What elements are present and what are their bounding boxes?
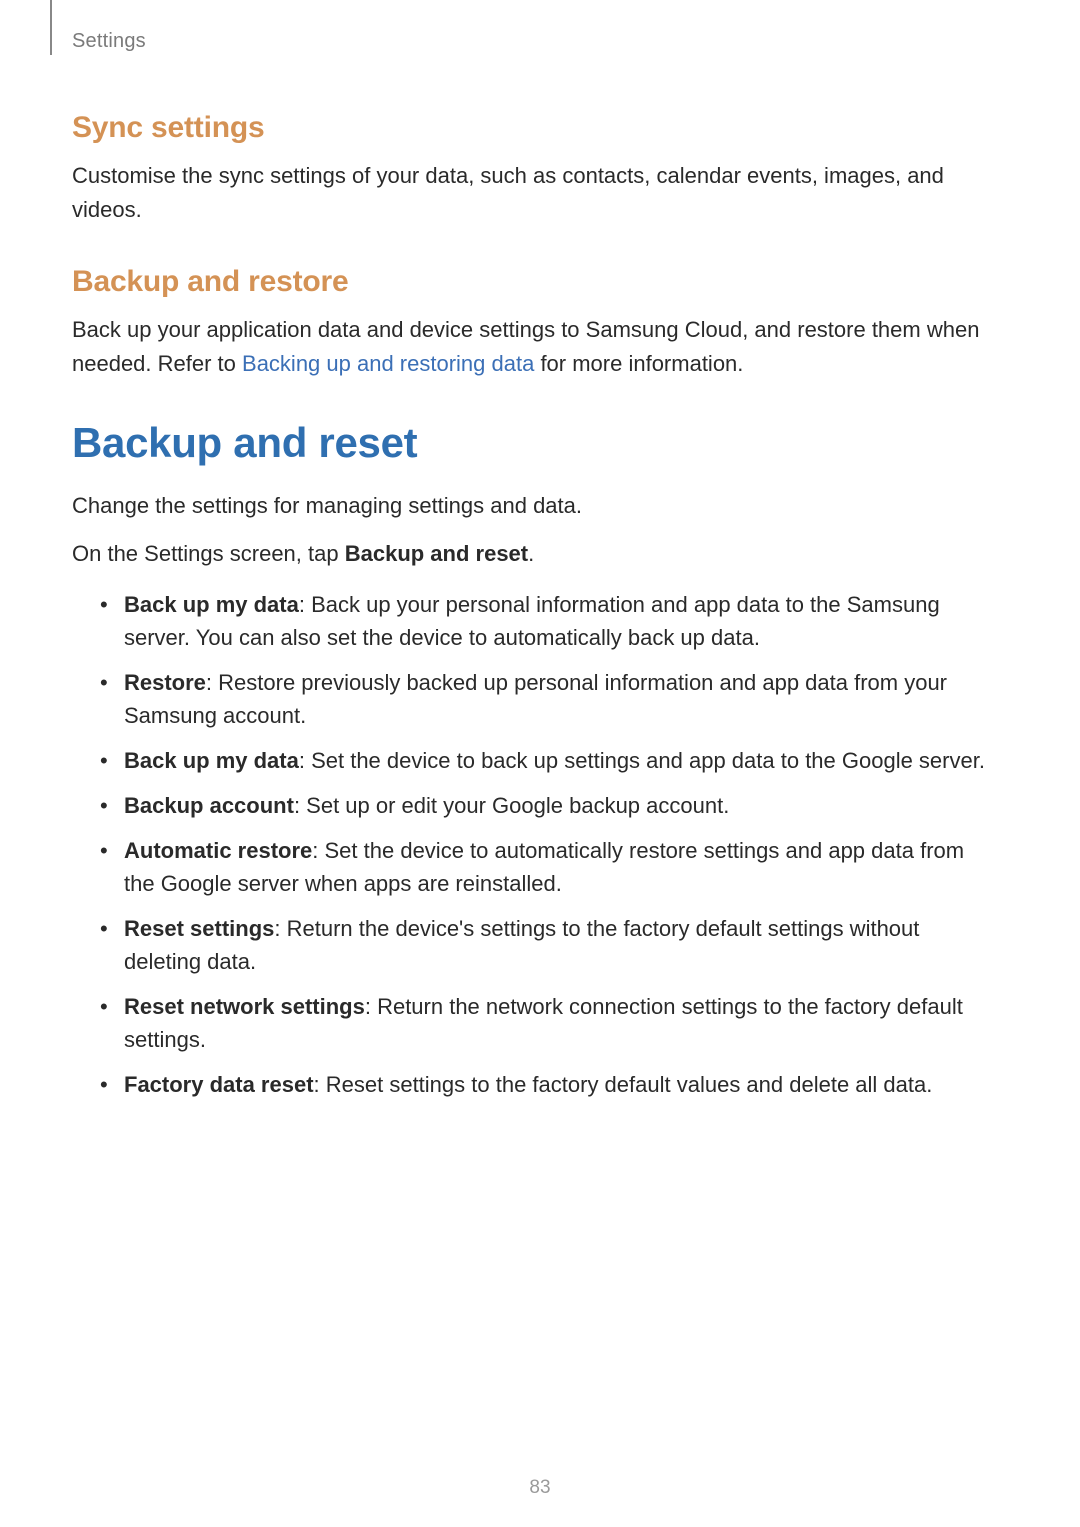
section-heading-backup-restore: Backup and restore xyxy=(72,265,1000,299)
tap-pre: On the Settings screen, tap xyxy=(72,541,345,566)
backup-restore-body-post: for more information. xyxy=(534,351,743,376)
list-item: Restore: Restore previously backed up pe… xyxy=(106,666,1000,732)
list-item-desc: : Reset settings to the factory default … xyxy=(314,1072,933,1097)
list-item-desc: : Set up or edit your Google backup acco… xyxy=(294,793,729,818)
list-item: Reset settings: Return the device's sett… xyxy=(106,912,1000,978)
list-item: Back up my data: Set the device to back … xyxy=(106,744,1000,777)
list-item: Backup account: Set up or edit your Goog… xyxy=(106,789,1000,822)
backup-restore-body: Back up your application data and device… xyxy=(72,313,1000,381)
list-item-desc: : Set the device to back up settings and… xyxy=(299,748,985,773)
list-item: Factory data reset: Reset settings to th… xyxy=(106,1068,1000,1101)
backing-up-link[interactable]: Backing up and restoring data xyxy=(242,351,534,376)
list-item-label: Restore xyxy=(124,670,206,695)
sync-body: Customise the sync settings of your data… xyxy=(72,159,1000,227)
list-item-label: Back up my data xyxy=(124,748,299,773)
header-rule-icon xyxy=(50,0,52,55)
list-item: Automatic restore: Set the device to aut… xyxy=(106,834,1000,900)
page-container: Settings Sync settings Customise the syn… xyxy=(0,0,1080,1527)
list-item-label: Reset settings xyxy=(124,916,274,941)
page-number: 83 xyxy=(0,1477,1080,1499)
list-item-label: Back up my data xyxy=(124,592,299,617)
list-item: Reset network settings: Return the netwo… xyxy=(106,990,1000,1056)
section-heading-sync: Sync settings xyxy=(72,111,1000,145)
list-item-desc: : Restore previously backed up personal … xyxy=(124,670,947,728)
breadcrumb: Settings xyxy=(72,30,1000,53)
list-item-label: Automatic restore xyxy=(124,838,312,863)
backup-reset-intro: Change the settings for managing setting… xyxy=(72,489,1000,523)
list-item: Back up my data: Back up your personal i… xyxy=(106,588,1000,654)
tap-post: . xyxy=(528,541,534,566)
list-item-label: Factory data reset xyxy=(124,1072,314,1097)
backup-reset-list: Back up my data: Back up your personal i… xyxy=(72,588,1000,1101)
list-item-label: Backup account xyxy=(124,793,294,818)
list-item-label: Reset network settings xyxy=(124,994,365,1019)
tap-bold: Backup and reset xyxy=(345,541,528,566)
hero-heading-backup-reset: Backup and reset xyxy=(72,419,1000,467)
header: Settings xyxy=(72,30,1000,53)
backup-reset-tap-line: On the Settings screen, tap Backup and r… xyxy=(72,537,1000,571)
